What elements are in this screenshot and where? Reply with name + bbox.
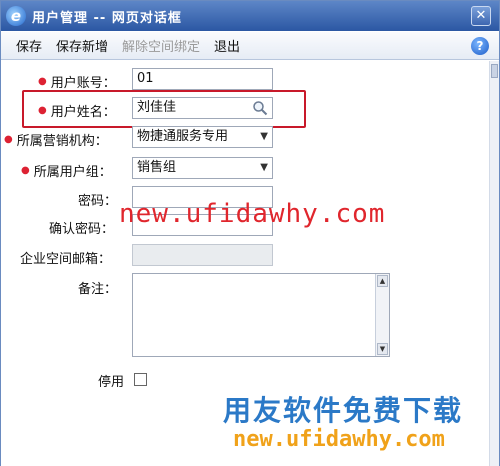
watermark-url-orange: new.ufidawhy.com (233, 427, 445, 452)
org-row: ● 所属营销机构： (4, 130, 108, 149)
scroll-down-icon[interactable]: ▼ (377, 343, 388, 355)
required-marker-icon: ● (21, 165, 30, 176)
save-button[interactable]: 保存 (16, 36, 42, 55)
scrollbar-thumb[interactable] (491, 64, 498, 78)
exit-button[interactable]: 退出 (214, 36, 240, 55)
remark-textarea[interactable]: ▲ ▼ (132, 273, 390, 357)
account-row: ● 用户账号： (38, 72, 116, 91)
toolbar: 保存 保存新增 解除空间绑定 退出 ? (1, 32, 499, 60)
password-label: 密码： (78, 194, 118, 209)
search-icon[interactable] (252, 100, 268, 116)
watermark-brand: 用友软件免费下载 (223, 394, 464, 427)
window-title: 用户管理 -- 网页对话框 (32, 10, 182, 26)
disable-label: 停用 (98, 375, 125, 390)
close-button[interactable]: ✕ (471, 6, 491, 26)
unbind-space-button[interactable]: 解除空间绑定 (122, 36, 200, 55)
org-value: 物捷通服务专用 (137, 129, 229, 144)
email-label: 企业空间邮箱： (20, 252, 112, 267)
name-row: ● 用户姓名： (38, 101, 116, 120)
password-row: 密码： (78, 190, 117, 209)
required-marker-icon: ● (38, 105, 47, 116)
chevron-down-icon: ▼ (260, 131, 268, 142)
remark-scrollbar[interactable]: ▲ ▼ (375, 274, 389, 356)
dialog-window: e 用户管理 -- 网页对话框 ✕ 保存 保存新增 解除空间绑定 退出 ? ● … (0, 0, 500, 466)
scroll-up-icon[interactable]: ▲ (377, 275, 388, 287)
org-label: 所属营销机构： (16, 134, 108, 149)
remark-row: 备注： (78, 278, 117, 297)
close-icon: ✕ (475, 8, 487, 23)
disable-row: 停用 (98, 371, 124, 390)
account-label: 用户账号： (50, 76, 116, 91)
name-label: 用户姓名： (50, 105, 116, 120)
name-value: 刘佳佳 (137, 100, 177, 115)
help-icon[interactable]: ? (471, 37, 489, 55)
chevron-down-icon: ▼ (260, 162, 268, 173)
title-bar: e 用户管理 -- 网页对话框 ✕ (1, 1, 499, 31)
disable-checkbox[interactable] (134, 373, 147, 386)
save-new-button[interactable]: 保存新增 (56, 36, 108, 55)
confirm-row: 确认密码： (49, 218, 114, 237)
email-field (132, 244, 273, 266)
org-select[interactable]: 物捷通服务专用 ▼ (132, 126, 273, 148)
required-marker-icon: ● (4, 134, 13, 145)
email-row: 企业空间邮箱： (20, 248, 111, 267)
remark-label: 备注： (78, 282, 118, 297)
vertical-scrollbar[interactable] (489, 61, 499, 466)
confirm-password-label: 确认密码： (49, 222, 115, 237)
required-marker-icon: ● (38, 76, 47, 87)
ie-logo-icon: e (6, 6, 26, 26)
watermark-url-red: new.ufidawhy.com (119, 199, 386, 229)
group-label: 所属用户组： (33, 165, 112, 180)
group-value: 销售组 (137, 160, 177, 175)
group-select[interactable]: 销售组 ▼ (132, 157, 273, 179)
account-field[interactable]: 01 (132, 68, 273, 90)
group-row: ● 所属用户组： (21, 161, 112, 180)
name-field[interactable]: 刘佳佳 (132, 97, 273, 119)
